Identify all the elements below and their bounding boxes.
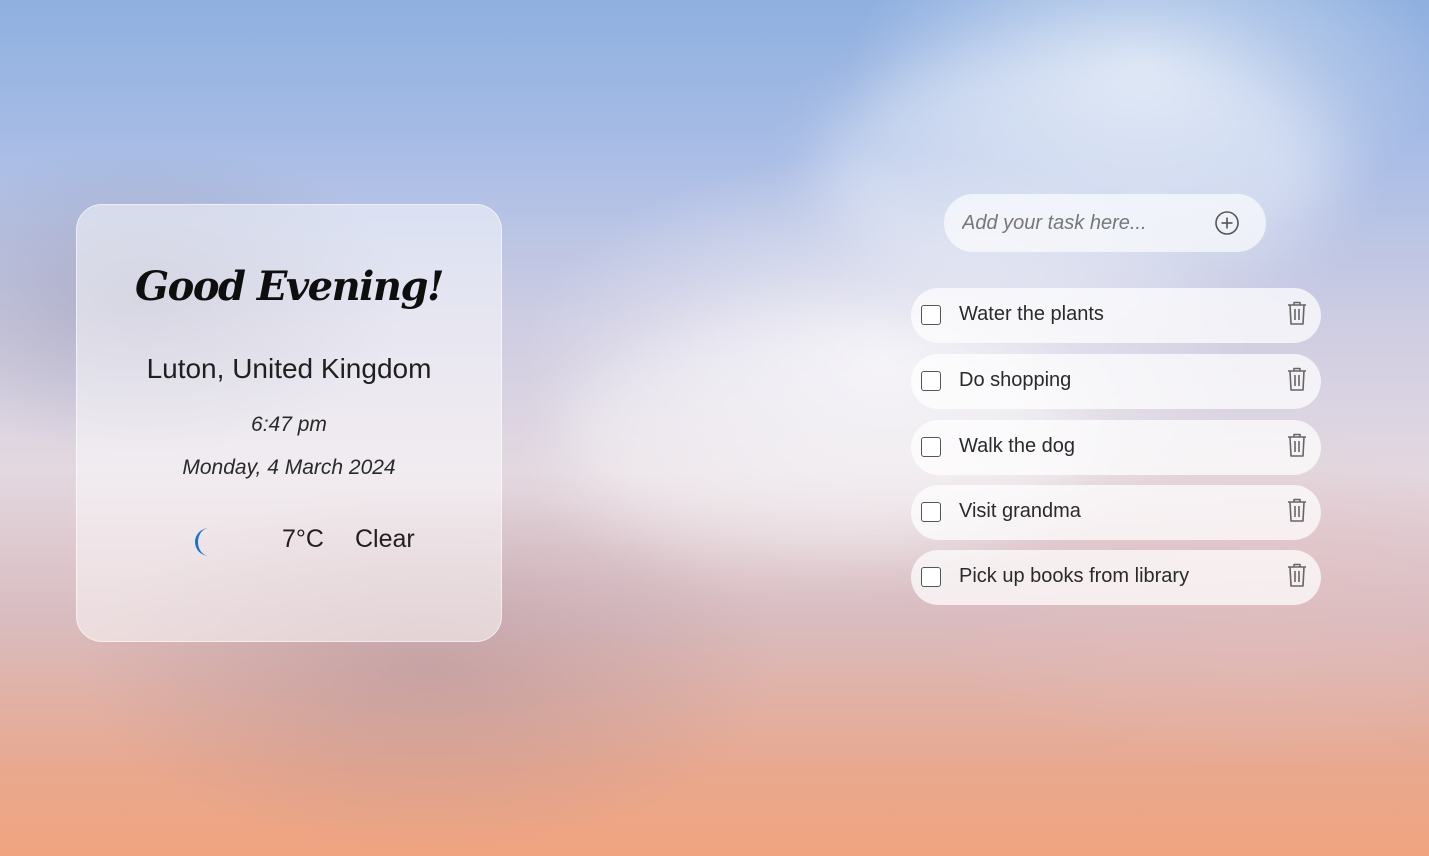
date-text: Monday, 4 March 2024 — [182, 456, 396, 479]
task-item: Do shopping — [911, 354, 1321, 409]
task-input-container — [944, 194, 1266, 252]
trash-icon[interactable] — [1285, 562, 1309, 588]
task-checkbox[interactable] — [921, 371, 941, 391]
task-item: Pick up books from library — [911, 550, 1321, 605]
trash-icon[interactable] — [1285, 432, 1309, 458]
task-label: Pick up books from library — [959, 565, 1190, 587]
task-label: Walk the dog — [959, 435, 1075, 457]
location-text: Luton, United Kingdom — [146, 353, 432, 384]
task-item: Water the plants — [911, 288, 1321, 343]
task-input[interactable] — [962, 207, 1202, 239]
task-item: Visit grandma — [911, 485, 1321, 540]
trash-icon[interactable] — [1285, 366, 1309, 392]
task-checkbox[interactable] — [921, 305, 941, 325]
background-cloud — [820, 40, 1340, 300]
weather-condition-text: Clear — [355, 525, 415, 553]
task-label: Water the plants — [959, 303, 1104, 325]
task-checkbox[interactable] — [921, 567, 941, 587]
task-label: Visit grandma — [959, 500, 1081, 522]
task-checkbox[interactable] — [921, 437, 941, 457]
trash-icon[interactable] — [1285, 497, 1309, 523]
time-text: 6:47 pm — [251, 413, 327, 436]
temperature-text: 7°C — [282, 525, 324, 553]
task-checkbox[interactable] — [921, 502, 941, 522]
plus-circle-icon[interactable] — [1214, 210, 1240, 236]
task-item: Walk the dog — [911, 420, 1321, 475]
task-label: Do shopping — [959, 369, 1072, 391]
crescent-moon-icon — [195, 528, 209, 556]
trash-icon[interactable] — [1285, 300, 1309, 326]
greeting-card: Good Evening! Luton, United Kingdom 6:47… — [76, 204, 502, 642]
greeting-heading: Good Evening! — [135, 263, 444, 310]
